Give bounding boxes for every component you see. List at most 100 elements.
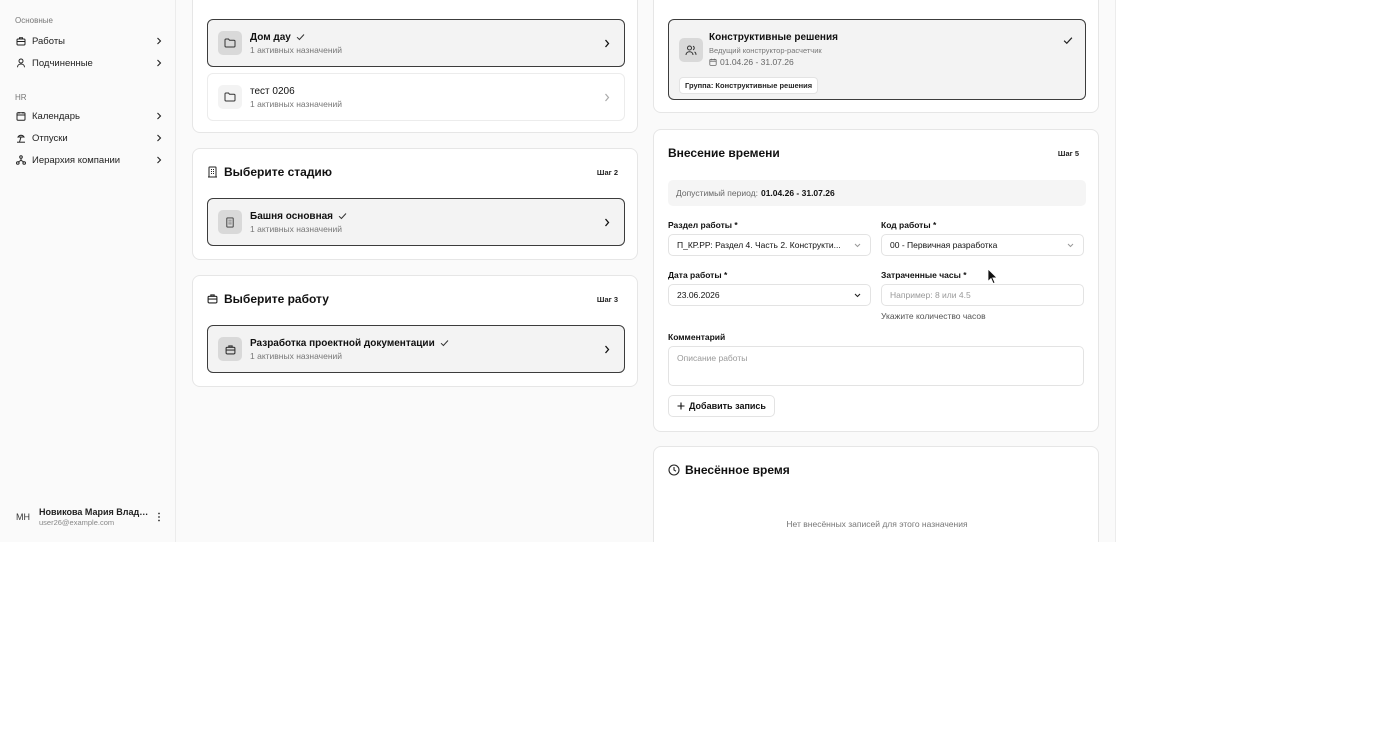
date-label: Дата работы *	[668, 270, 728, 280]
check-icon	[1063, 32, 1073, 50]
chevron-right-icon	[602, 344, 612, 354]
work-assignments: 1 активных назначений	[250, 350, 343, 361]
comment-label: Комментарий	[668, 332, 726, 342]
code-select[interactable]: 00 - Первичная разработка	[881, 234, 1084, 256]
code-label: Код работы *	[881, 220, 937, 230]
period-value: 01.04.26 - 31.07.26	[760, 188, 835, 198]
work-card-title: Выберите работу	[224, 292, 329, 306]
users-icon	[679, 38, 703, 62]
sidebar-item-label: Календарь	[32, 110, 80, 122]
chevron-down-icon	[1065, 240, 1075, 250]
sidebar-item-vacations[interactable]: Отпуски	[8, 128, 164, 148]
sidebar-item-label: Иерархия компании	[32, 154, 121, 166]
code-value: 00 - Первичная разработка	[890, 240, 998, 250]
step-badge: Шаг 2	[596, 168, 618, 177]
sidebar-item-calendar[interactable]: Календарь	[8, 106, 164, 126]
folder-icon	[218, 31, 242, 55]
avatar: МН	[16, 512, 30, 522]
time-entry-title: Внесение времени	[668, 146, 780, 160]
calendar-icon	[15, 110, 27, 122]
user-email: user26@example.com	[39, 518, 115, 527]
chevron-right-icon	[154, 155, 164, 165]
step-badge: Шаг 3	[596, 295, 618, 304]
chevron-down-icon	[852, 290, 862, 300]
add-entry-label: Добавить запись	[689, 401, 766, 411]
work-card: Выберите работу Шаг 3 Разработка проектн…	[192, 275, 638, 387]
hours-input[interactable]	[890, 290, 1075, 300]
user-profile[interactable]: МН Новикова Мария Влади... user26@exampl…	[10, 502, 166, 532]
chevron-right-icon	[154, 58, 164, 68]
briefcase-icon	[218, 337, 242, 361]
chevron-right-icon	[154, 133, 164, 143]
sidebar-group-hr: HR	[15, 93, 27, 102]
sidebar: Основные Работы Подчиненные HR Календарь…	[0, 0, 176, 542]
section-label: Раздел работы *	[668, 220, 738, 230]
stage-card-title: Выберите стадию	[224, 165, 333, 179]
hours-label: Затраченные часы *	[881, 270, 967, 280]
sidebar-item-label: Отпуски	[32, 132, 68, 144]
check-icon	[440, 339, 449, 347]
section-value: П_КР.РР: Раздел 4. Часть 2. Конструкти..…	[677, 240, 841, 250]
assignment-title: Конструктивные решения	[709, 32, 838, 43]
main-content: Дом дау 1 активных назначений тест 0206 …	[176, 0, 1116, 542]
chevron-right-icon	[602, 217, 612, 227]
comment-field[interactable]	[668, 346, 1084, 386]
project-item[interactable]: тест 0206 1 активных назначений	[207, 73, 625, 121]
assignment-item[interactable]: Конструктивные решения Ведущий конструкт…	[668, 19, 1086, 100]
clock-icon	[668, 464, 680, 476]
beach-icon	[15, 132, 27, 144]
project-item[interactable]: Дом дау 1 активных назначений	[207, 19, 625, 67]
chevron-right-icon	[602, 92, 612, 102]
plus-icon	[677, 402, 685, 410]
assignment-role: Ведущий конструктор-расчетчик	[709, 46, 822, 55]
assignment-dates: 01.04.26 - 31.07.26	[720, 57, 794, 67]
stage-item[interactable]: Башня основная 1 активных назначений	[207, 198, 625, 246]
step-badge: Шаг 5	[1057, 149, 1079, 158]
work-item[interactable]: Разработка проектной документации 1 акти…	[207, 325, 625, 373]
date-value: 23.06.2026	[677, 290, 720, 300]
user-icon	[15, 57, 27, 69]
sidebar-item-label: Подчиненные	[32, 57, 93, 69]
project-title: Дом дау	[250, 31, 291, 43]
period-label: Допустимый период:	[676, 188, 758, 198]
sidebar-group-main: Основные	[15, 16, 53, 25]
entered-time-card: Внесённое время Нет внесённых записей дл…	[653, 446, 1099, 542]
folder-icon	[218, 85, 242, 109]
check-icon	[338, 212, 347, 220]
work-title: Разработка проектной документации	[250, 337, 435, 349]
chevron-right-icon	[154, 111, 164, 121]
chevron-right-icon	[154, 36, 164, 46]
assignment-card: Конструктивные решения Ведущий конструкт…	[653, 0, 1099, 113]
hours-field[interactable]	[881, 284, 1084, 306]
more-vertical-icon[interactable]	[152, 507, 166, 527]
briefcase-icon	[207, 293, 219, 305]
group-badge: Группа: Конструктивные решения	[679, 77, 819, 94]
entered-time-title: Внесённое время	[685, 463, 790, 477]
stage-card: Выберите стадию Шаг 2 Башня основная 1 а…	[192, 148, 638, 260]
stage-title: Башня основная	[250, 210, 334, 222]
sidebar-item-subordinates[interactable]: Подчиненные	[8, 53, 164, 73]
sidebar-item-hierarchy[interactable]: Иерархия компании	[8, 150, 164, 170]
project-title: тест 0206	[250, 85, 295, 97]
chevron-down-icon	[852, 240, 862, 250]
add-entry-button[interactable]: Добавить запись	[668, 395, 775, 417]
empty-state-message: Нет внесённых записей для этого назначен…	[786, 519, 968, 529]
briefcase-icon	[15, 35, 27, 47]
date-picker[interactable]: 23.06.2026	[668, 284, 871, 306]
stage-assignments: 1 активных назначений	[250, 223, 343, 234]
calendar-icon	[709, 58, 717, 66]
sidebar-item-works[interactable]: Работы	[8, 31, 164, 51]
project-assignments: 1 активных назначений	[250, 44, 343, 55]
section-select[interactable]: П_КР.РР: Раздел 4. Часть 2. Конструкти..…	[668, 234, 871, 256]
hierarchy-icon	[15, 154, 27, 166]
project-assignments: 1 активных назначений	[250, 98, 343, 109]
mouse-cursor-icon	[987, 268, 998, 289]
allowed-period: Допустимый период: 01.04.26 - 31.07.26	[668, 180, 1086, 206]
comment-textarea[interactable]	[677, 353, 1075, 383]
sidebar-item-label: Работы	[32, 35, 65, 47]
user-name: Новикова Мария Влади...	[39, 507, 152, 517]
building-icon	[218, 210, 242, 234]
time-entry-card: Внесение времени Шаг 5 Допустимый период…	[653, 129, 1099, 432]
chevron-right-icon	[602, 38, 612, 48]
hours-hint: Укажите количество часов	[881, 311, 986, 321]
